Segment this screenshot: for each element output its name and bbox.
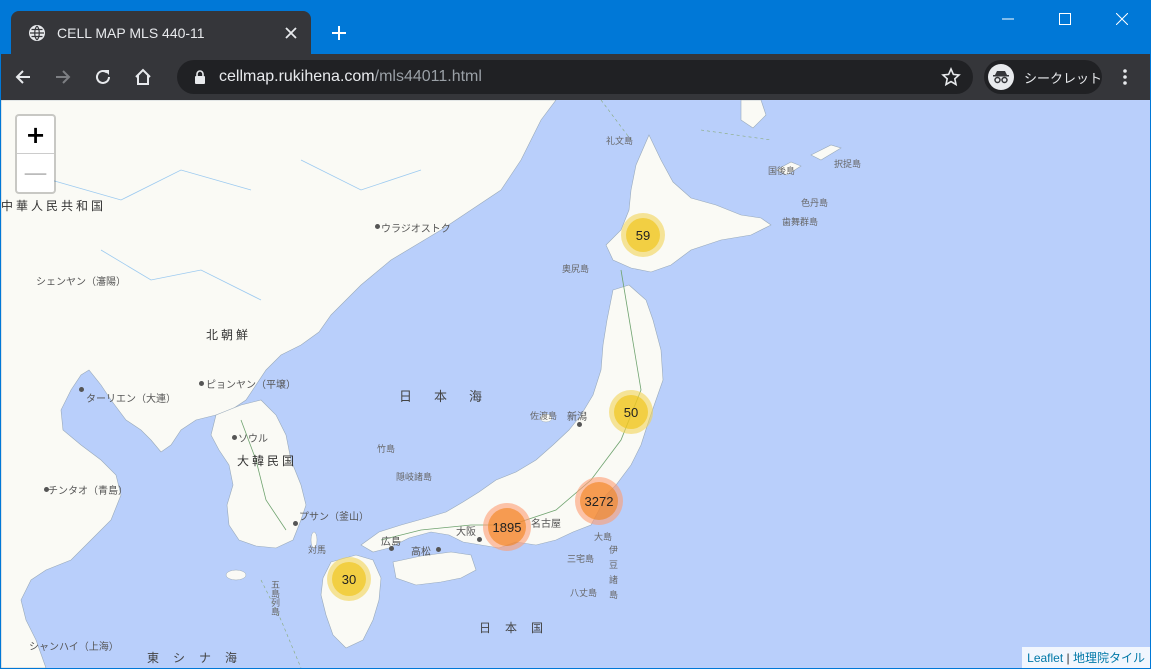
map-label-shenyang: シェンヤン（瀋陽）: [36, 277, 126, 288]
incognito-button[interactable]: シークレット: [984, 60, 1102, 94]
cluster-marker[interactable]: 3272: [575, 477, 623, 525]
attribution-separator: |: [1063, 651, 1073, 665]
map-label-izu: 伊豆諸島: [608, 545, 618, 605]
map-label-dalian: ターリエン（大連）: [86, 394, 176, 405]
city-dot-seoul: [232, 435, 237, 440]
map-label-north-korea: 北朝鮮: [206, 328, 252, 342]
active-tab[interactable]: CELL MAP MLS 440-11: [11, 11, 311, 54]
title-bar: CELL MAP MLS 440-11: [1, 1, 1150, 54]
map-label-oki: 隠岐諸島: [396, 472, 433, 482]
new-tab-button[interactable]: [326, 19, 352, 45]
arrow-right-icon: [56, 70, 71, 84]
leaflet-link[interactable]: Leaflet: [1027, 651, 1063, 665]
cluster-count: 30: [332, 562, 366, 596]
city-dot-osaka: [477, 537, 482, 542]
browser-menu-button[interactable]: [1111, 62, 1139, 92]
arrow-left-icon: [15, 70, 30, 84]
city-dot-pyongyang: [199, 381, 204, 386]
incognito-label: シークレット: [1024, 70, 1103, 86]
tab-title: CELL MAP MLS 440-11: [57, 24, 205, 41]
city-dot-busan: [293, 521, 298, 526]
zoom-control: + —: [15, 114, 56, 194]
cluster-marker[interactable]: 50: [609, 390, 653, 434]
map-label-shanghai: シャンハイ（上海）: [29, 642, 119, 653]
map-container[interactable]: 中華人民共和国 ウラジオストク シェンヤン（瀋陽） 北朝鮮 ピョンヤン（平壌） …: [1, 100, 1150, 668]
browser-toolbar: cellmap.rukihena.com/mls44011.html シークレッ…: [1, 54, 1150, 100]
map-label-kunashiri: 国後島: [768, 166, 796, 176]
back-button[interactable]: [5, 59, 41, 95]
map-label-takamatsu: 高松: [411, 547, 431, 558]
close-tab-icon[interactable]: [279, 21, 303, 45]
map-label-tsushima: 対馬: [308, 545, 327, 555]
map-label-sea-of-japan: 日本海: [399, 389, 505, 404]
browser-window: CELL MAP MLS 440-11 cellmap.rukihena.com…: [1, 1, 1150, 668]
url-host: cellmap.rukihena.com: [219, 68, 375, 85]
forward-button[interactable]: [45, 59, 81, 95]
minimize-button[interactable]: [979, 1, 1036, 37]
address-bar[interactable]: cellmap.rukihena.com/mls44011.html: [177, 60, 973, 94]
reload-button[interactable]: [85, 59, 121, 95]
map-label-takeshima: 竹島: [377, 444, 396, 454]
city-dot-vladivostok: [375, 224, 380, 229]
map-label-hiroshima: 広島: [381, 537, 401, 548]
map-label-osaka: 大阪: [456, 527, 476, 538]
reload-icon: [96, 69, 110, 84]
home-button[interactable]: [125, 59, 161, 95]
map-attribution: Leaflet | 地理院タイル: [1022, 647, 1150, 668]
map-tiles: [1, 100, 842, 668]
map-label-busan: プサン（釜山）: [299, 512, 369, 523]
url-path: /mls44011.html: [374, 68, 482, 85]
map-label-oshima: 大島: [594, 532, 613, 542]
map-label-sado: 佐渡島: [530, 411, 558, 421]
gsi-tiles-link[interactable]: 地理院タイル: [1073, 651, 1145, 665]
map-label-hachijo: 八丈島: [570, 588, 598, 598]
map-label-seoul: ソウル: [238, 434, 268, 445]
lock-icon: [195, 70, 205, 84]
map-label-qingdao: チンタオ（青島）: [48, 486, 128, 497]
map-label-japan: 日本国: [479, 621, 558, 635]
cluster-count: 1895: [488, 508, 526, 546]
map-label-nagoya: 名古屋: [531, 519, 561, 530]
map-label-goto: 五島列島: [270, 580, 280, 616]
map-label-rebun: 礼文島: [606, 136, 634, 146]
globe-icon: [29, 24, 45, 41]
cluster-count: 3272: [580, 482, 618, 520]
cluster-count: 59: [626, 218, 660, 252]
home-icon: [135, 68, 151, 85]
bookmark-star-icon[interactable]: [941, 67, 961, 87]
map-label-shikotan: 色丹島: [801, 198, 829, 208]
map-label-etorofu: 択捉島: [834, 159, 862, 169]
map-label-habomai: 歯舞群島: [782, 217, 819, 227]
cluster-marker[interactable]: 59: [621, 213, 665, 257]
window-controls: [979, 1, 1150, 37]
cluster-count: 50: [614, 395, 648, 429]
zoom-out-button[interactable]: —: [17, 154, 54, 192]
map-label-east-china-sea: 東シナ海: [147, 651, 252, 665]
city-dot-takamatsu: [436, 547, 441, 552]
map-label-miyake: 三宅島: [567, 554, 595, 564]
map-label-niigata: 新潟: [567, 412, 587, 423]
incognito-icon: [988, 64, 1014, 90]
cluster-marker[interactable]: 30: [327, 557, 371, 601]
map-label-pyongyang: ピョンヤン（平壌）: [206, 380, 296, 391]
zoom-in-button[interactable]: +: [17, 116, 54, 154]
map-label-okushiri: 奥尻島: [562, 264, 590, 274]
map-label-south-korea: 大韓民国: [237, 454, 298, 468]
city-dot-dalian: [79, 387, 84, 392]
kebab-menu-icon: [1123, 69, 1127, 85]
maximize-button[interactable]: [1036, 1, 1093, 37]
map-label-china: 中華人民共和国: [1, 199, 107, 213]
map-label-vladivostok: ウラジオストク: [381, 224, 451, 235]
cluster-marker[interactable]: 1895: [483, 503, 531, 551]
close-window-button[interactable]: [1093, 1, 1150, 37]
